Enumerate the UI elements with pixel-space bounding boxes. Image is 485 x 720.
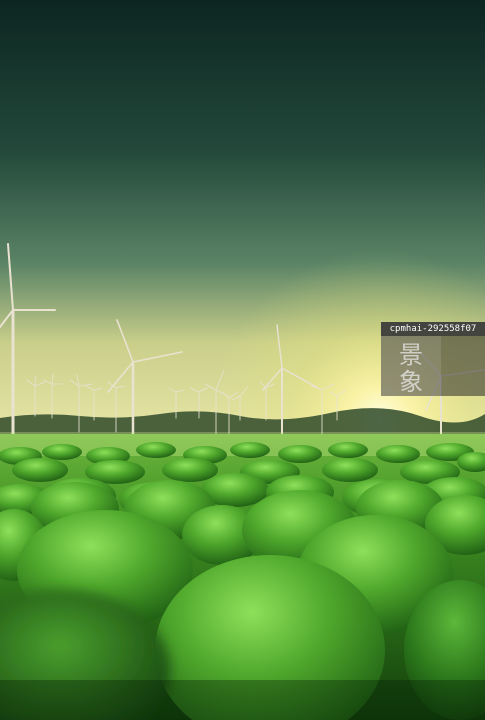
- svg-text:象: 象: [399, 368, 423, 396]
- watermark-logo: 景 象: [381, 336, 441, 396]
- seal-icon: 景 象: [399, 341, 423, 396]
- watermark: cpmhai-292558f07 景 象: [381, 322, 485, 396]
- watermark-id: cpmhai-292558f07: [381, 322, 485, 336]
- photo-scene: cpmhai-292558f07 景 象: [0, 0, 485, 720]
- svg-text:景: 景: [399, 341, 423, 369]
